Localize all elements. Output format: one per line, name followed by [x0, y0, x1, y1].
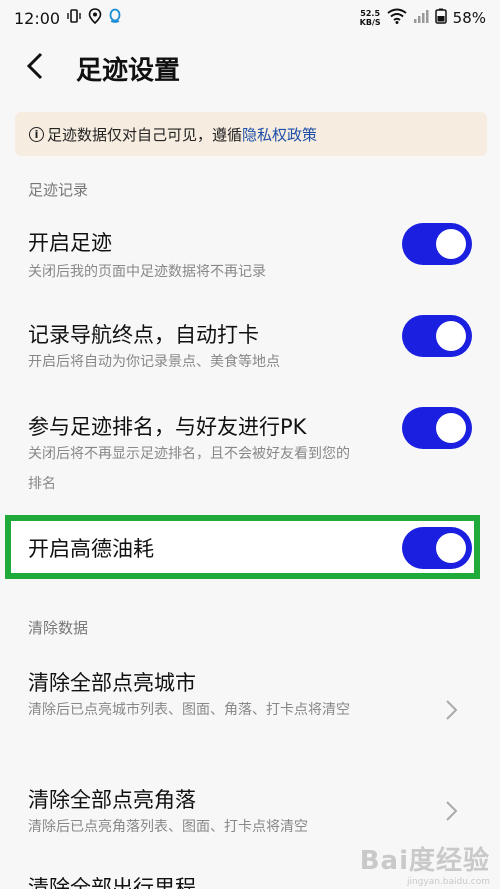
location-icon [88, 8, 102, 28]
signal-icon [413, 9, 429, 27]
toggle-record-nav-end[interactable] [402, 315, 472, 357]
wifi-icon [387, 8, 407, 28]
header: 足迹设置 [0, 40, 500, 96]
setting-desc: 关闭后我的页面中足迹数据将不再记录 [28, 264, 266, 280]
info-icon: i [29, 126, 44, 142]
net-speed-value: 52.5 [360, 9, 381, 18]
qq-icon [108, 8, 122, 28]
clear-title: 清除全部点亮城市 [28, 671, 196, 695]
toggle-knob [436, 533, 466, 563]
notice-text: 足迹数据仅对自己可见，遵循 [47, 125, 243, 144]
section-title-records: 足迹记录 [28, 181, 89, 199]
toggle-knob [436, 229, 466, 259]
setting-title: 参与足迹排名，与好友进行PK [28, 415, 307, 439]
setting-title: 记录导航终点，自动打卡 [28, 323, 259, 347]
setting-title: 开启高德油耗 [28, 537, 154, 561]
section-title-clear: 清除数据 [28, 619, 89, 637]
setting-desc: 关闭后将不再显示足迹排名，且不会被好友看到您的排名 [28, 446, 350, 492]
back-button[interactable] [0, 40, 70, 96]
privacy-notice: i 足迹数据仅对自己可见，遵循 隐私权政策 [15, 112, 487, 156]
battery-icon [434, 8, 447, 28]
watermark: Bai度经验 jingyan.baidu.com [360, 840, 490, 887]
setting-desc: 开启后将自动为你记录景点、美食等地点 [28, 354, 280, 370]
setting-row-ranking-pk: 参与足迹排名，与好友进行PK 关闭后将不再显示足迹排名，且不会被好友看到您的排名 [0, 399, 500, 509]
status-bar: 12:00 52.5 KB/S 58% [0, 0, 500, 36]
toggle-knob [436, 321, 466, 351]
clear-title: 清除全部点亮角落 [28, 788, 196, 812]
toggle-fuel-consumption[interactable] [402, 527, 472, 569]
net-speed-unit: KB/S [359, 18, 381, 27]
setting-title: 开启足迹 [28, 231, 112, 255]
clear-title: 清除全部出行里程 [28, 876, 196, 889]
battery-level: 58% [452, 9, 486, 27]
watermark-url: jingyan.baidu.com [406, 877, 490, 887]
chevron-right-icon [444, 800, 458, 822]
setting-row-fuel-consumption: 开启高德油耗 [0, 521, 500, 573]
setting-row-record-nav-end: 记录导航终点，自动打卡 开启后将自动为你记录景点、美食等地点 [0, 307, 500, 387]
watermark-logo: Bai度经验 [359, 846, 490, 876]
clear-row-cities[interactable]: 清除全部点亮城市 清除后已点亮城市列表、图面、角落、打卡点将清空 [0, 655, 500, 759]
vibrate-icon [66, 8, 82, 28]
clear-desc: 清除后已点亮角落列表、图面、打卡点将清空 [28, 819, 308, 835]
status-time: 12:00 [14, 8, 61, 28]
setting-row-enable-footprint: 开启足迹 关闭后我的页面中足迹数据将不再记录 [0, 215, 500, 295]
net-speed: 52.5 KB/S [360, 9, 381, 27]
toggle-knob [436, 413, 466, 443]
chevron-right-icon [444, 699, 458, 721]
chevron-left-icon [24, 51, 46, 85]
privacy-policy-link[interactable]: 隐私权政策 [242, 124, 317, 145]
clear-desc: 清除后已点亮城市列表、图面、角落、打卡点将清空 [28, 702, 350, 718]
toggle-enable-footprint[interactable] [402, 223, 472, 265]
toggle-ranking-pk[interactable] [402, 407, 472, 449]
page-title: 足迹设置 [76, 55, 181, 86]
